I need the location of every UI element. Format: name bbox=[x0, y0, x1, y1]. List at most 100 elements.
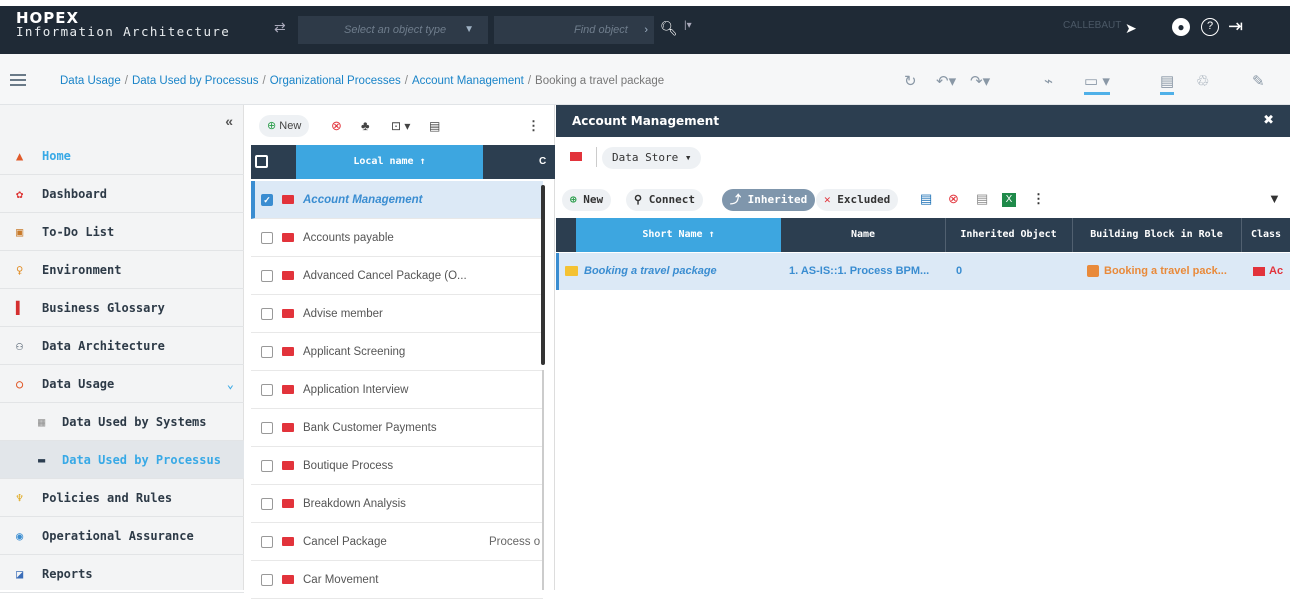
checkbox[interactable] bbox=[261, 346, 273, 358]
report-icon[interactable]: ▤ bbox=[976, 191, 988, 207]
move-icon[interactable]: ⊡ ▾ bbox=[391, 115, 410, 137]
sidebar-item-data-usage[interactable]: ○ Data Usage ⌄ bbox=[0, 365, 244, 403]
column-header[interactable]: C bbox=[539, 145, 546, 179]
checkbox[interactable] bbox=[261, 536, 273, 548]
display-icon[interactable]: ▭ ▾ bbox=[1084, 72, 1110, 95]
sidebar-item-dashboard[interactable]: ✿ Dashboard bbox=[0, 175, 244, 213]
data-store-dropdown[interactable]: Data Store ▾ bbox=[602, 147, 702, 169]
sidebar-item-operational-assurance[interactable]: ◉ Operational Assurance bbox=[0, 517, 244, 555]
checkbox-checked[interactable]: ✓ bbox=[261, 194, 273, 206]
inherited-toggle[interactable]: ⤴ Inherited bbox=[722, 189, 816, 211]
class-cell[interactable]: Ac bbox=[1253, 253, 1290, 290]
checkbox[interactable] bbox=[261, 574, 273, 586]
connect-button[interactable]: ⚲ Connect bbox=[626, 189, 704, 211]
list-item[interactable]: Bank Customer Payments bbox=[251, 409, 543, 447]
checkbox[interactable] bbox=[261, 498, 273, 510]
list-item[interactable]: Boutique Process bbox=[251, 447, 543, 485]
short-name-cell[interactable]: Booking a travel package bbox=[565, 253, 765, 290]
process-icon bbox=[282, 423, 294, 432]
list-item[interactable]: Advise member bbox=[251, 295, 543, 333]
report-icon[interactable]: ▤ bbox=[429, 115, 440, 137]
trend-icon[interactable]: ⌁ bbox=[1044, 72, 1053, 90]
search-icon[interactable]: 🔍︎ bbox=[660, 20, 678, 37]
find-object-input[interactable]: Find object › bbox=[494, 16, 654, 44]
logout-icon[interactable]: ⇥ bbox=[1228, 16, 1243, 37]
filter-icon[interactable]: ▼ bbox=[1268, 191, 1281, 206]
class-column-header[interactable]: Class bbox=[1241, 218, 1290, 252]
list-item[interactable]: Advanced Cancel Package (O... bbox=[251, 257, 543, 295]
hamburger-menu-icon[interactable] bbox=[10, 74, 26, 89]
help-icon[interactable]: ? bbox=[1201, 18, 1219, 36]
recycle-icon[interactable]: ♲ bbox=[1196, 72, 1209, 90]
search-options-chevron-icon[interactable]: |▾ bbox=[684, 20, 692, 31]
checkbox[interactable] bbox=[261, 270, 273, 282]
list-item[interactable]: Application Interview bbox=[251, 371, 543, 409]
list-item[interactable]: Accounts payable bbox=[251, 219, 543, 257]
collapse-icon[interactable]: « bbox=[225, 113, 233, 129]
edit-properties-icon[interactable]: ✎ bbox=[1252, 72, 1265, 90]
sidebar-item-data-used-by-processus[interactable]: ▬ Data Used by Processus bbox=[0, 441, 244, 479]
scrollbar-thumb[interactable] bbox=[541, 185, 545, 365]
checkbox[interactable] bbox=[261, 308, 273, 320]
undo-icon[interactable]: ↶▾ bbox=[936, 72, 956, 90]
building-block-column-header[interactable]: Building Block in Role bbox=[1072, 218, 1240, 252]
user-icon[interactable]: ● bbox=[1172, 18, 1190, 36]
more-options-icon[interactable]: ⋮ bbox=[1032, 191, 1045, 207]
inherited-object-column-header[interactable]: Inherited Object bbox=[945, 218, 1071, 252]
checkbox[interactable] bbox=[261, 232, 273, 244]
local-name-column-header[interactable]: Local name ↑ bbox=[296, 145, 483, 179]
more-options-icon[interactable]: ⋮ bbox=[527, 115, 540, 137]
breadcrumb-link[interactable]: Organizational Processes bbox=[270, 75, 401, 87]
breadcrumb-link[interactable]: Data Used by Processus bbox=[132, 75, 259, 87]
sidebar-item-reports[interactable]: ◪ Reports bbox=[0, 555, 244, 593]
list-item[interactable]: Cancel Package Process o bbox=[251, 523, 543, 561]
properties-icon[interactable]: ▤ bbox=[1160, 72, 1175, 95]
checkbox[interactable] bbox=[261, 460, 273, 472]
checkbox[interactable] bbox=[261, 384, 273, 396]
breadcrumb-link[interactable]: Account Management bbox=[412, 75, 524, 87]
pin-icon[interactable]: ➤ bbox=[1125, 20, 1137, 37]
delete-icon[interactable]: ⊗ bbox=[948, 191, 959, 207]
sidebar-item-data-used-by-systems[interactable]: ▦ Data Used by Systems bbox=[0, 403, 244, 441]
short-name-column-header[interactable]: Short Name ↑ bbox=[576, 218, 781, 252]
process-icon bbox=[282, 271, 294, 280]
dashboard-icon: ✿ bbox=[16, 187, 24, 201]
building-block-cell[interactable]: Booking a travel pack... bbox=[1087, 253, 1237, 290]
name-column-header[interactable]: Name bbox=[782, 218, 944, 252]
list-item[interactable]: ✓ Account Management bbox=[251, 181, 543, 219]
process-icon bbox=[282, 537, 294, 546]
sidebar-item-todo[interactable]: ▣ To-Do List bbox=[0, 213, 244, 251]
breadcrumb-link[interactable]: Data Usage bbox=[60, 75, 121, 87]
plus-circle-icon: ⊕ bbox=[570, 193, 577, 206]
refresh-icon[interactable]: ↻ bbox=[904, 72, 917, 90]
app-logo[interactable]: HOPEX Information Architecture bbox=[16, 11, 230, 39]
sidebar-item-policies[interactable]: ♆ Policies and Rules bbox=[0, 479, 244, 517]
sidebar-item-glossary[interactable]: ▌ Business Glossary bbox=[0, 289, 244, 327]
divider bbox=[596, 147, 597, 167]
new-button[interactable]: ⊕ New bbox=[562, 189, 612, 211]
comment-icon[interactable]: ▤ bbox=[920, 191, 932, 207]
swap-icon[interactable]: ⇄ bbox=[274, 19, 286, 36]
list-item[interactable]: Breakdown Analysis bbox=[251, 485, 543, 523]
delete-icon[interactable]: ⊗ bbox=[331, 115, 342, 137]
breadcrumb: Data Usage / Data Used by Processus / Organi… bbox=[60, 75, 665, 87]
sidebar-item-environment[interactable]: ♀ Environment bbox=[0, 251, 244, 289]
excluded-toggle[interactable]: ✕ Excluded bbox=[816, 189, 899, 211]
assign-user-icon[interactable]: ♣ bbox=[361, 115, 370, 137]
excel-export-icon[interactable]: X bbox=[1002, 193, 1016, 207]
select-all-checkbox[interactable] bbox=[255, 155, 268, 168]
close-icon[interactable]: ✖ bbox=[1263, 105, 1274, 137]
table-row[interactable]: Booking a travel package 1. AS-IS::1. Pr… bbox=[556, 253, 1290, 290]
list-item[interactable]: Applicant Screening bbox=[251, 333, 543, 371]
redo-icon[interactable]: ↷▾ bbox=[970, 72, 990, 90]
new-button[interactable]: ⊕ New bbox=[259, 115, 310, 137]
object-type-select[interactable]: Select an object type ▼ bbox=[298, 16, 488, 44]
checkbox[interactable] bbox=[261, 422, 273, 434]
list-header: Local name ↑ C bbox=[251, 145, 555, 179]
list-item[interactable]: Car Movement bbox=[251, 561, 543, 599]
policies-icon: ♆ bbox=[16, 491, 24, 505]
scrollbar-track[interactable] bbox=[542, 370, 544, 590]
sidebar-item-data-architecture[interactable]: ⚇ Data Architecture bbox=[0, 327, 244, 365]
sidebar-item-home[interactable]: ▲ Home bbox=[0, 137, 244, 175]
process-icon bbox=[282, 499, 294, 508]
